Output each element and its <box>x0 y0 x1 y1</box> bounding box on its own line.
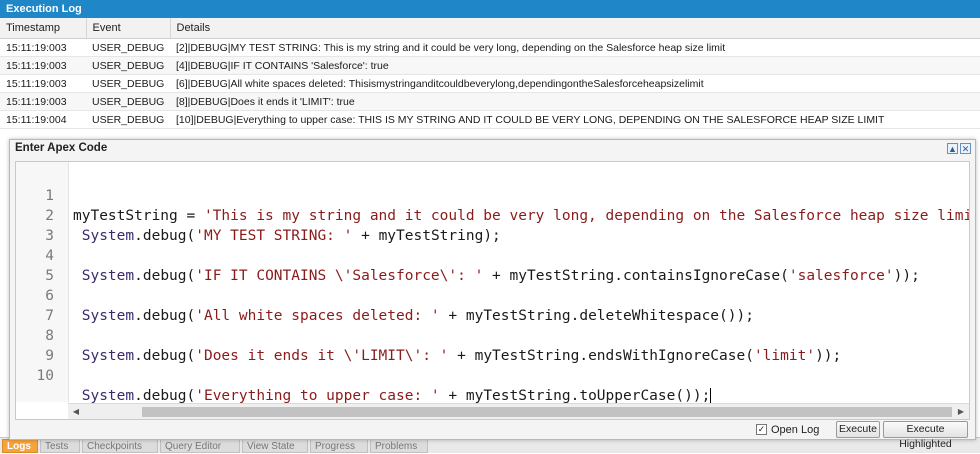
log-timestamp: 15:11:19:003 <box>0 74 86 93</box>
log-event: USER_DEBUG <box>86 74 170 93</box>
log-timestamp: 15:11:19:004 <box>0 110 86 129</box>
close-icon[interactable]: ✕ <box>960 143 971 154</box>
apex-code-dialog: Enter Apex Code ▲ ✕ 1 myTestString = 'Th… <box>9 139 976 450</box>
open-log-label[interactable]: Open Log <box>771 424 819 436</box>
log-timestamp: 15:11:19:003 <box>0 56 86 75</box>
log-details: [4]|DEBUG|IF IT CONTAINS 'Salesforce': t… <box>170 56 980 75</box>
log-row[interactable]: 15:11:19:003 USER_DEBUG [4]|DEBUG|IF IT … <box>0 56 980 75</box>
scrollbar-thumb[interactable] <box>142 407 952 417</box>
log-event: USER_DEBUG <box>86 38 170 57</box>
dialog-title: Enter Apex Code <box>15 142 108 154</box>
line-number: 10 <box>36 368 54 384</box>
log-row[interactable]: 15:11:19:003 USER_DEBUG [6]|DEBUG|All wh… <box>0 74 980 93</box>
open-log-checkbox[interactable]: ✓ <box>756 424 767 435</box>
code-line: 2 System.debug('MY TEST STRING: ' + myTe… <box>16 186 969 244</box>
log-row[interactable]: 15:11:19:003 USER_DEBUG [8]|DEBUG|Does i… <box>0 92 980 111</box>
execution-log-title: Execution Log <box>0 0 980 18</box>
code-line: 1 myTestString = 'This is my string and … <box>16 166 969 224</box>
execute-button[interactable]: Execute <box>836 421 880 438</box>
log-event: USER_DEBUG <box>86 92 170 111</box>
code-line: 7 <box>16 286 969 324</box>
log-row[interactable]: 15:11:19:004 USER_DEBUG [10]|DEBUG|Every… <box>0 110 980 129</box>
tab-query-editor[interactable]: Query Editor <box>160 439 240 453</box>
tab-progress[interactable]: Progress <box>310 439 368 453</box>
execution-log-table: Timestamp Event Details 15:11:19:003 USE… <box>0 18 980 129</box>
log-event: USER_DEBUG <box>86 110 170 129</box>
dialog-footer: ✓ Open Log Execute Execute Highlighted <box>10 420 975 450</box>
horizontal-scrollbar[interactable]: ◀ ▶ <box>68 403 969 419</box>
tab-view-state[interactable]: View State <box>242 439 308 453</box>
code-line: 8 System.debug('Does it ends it \'LIMIT\… <box>16 306 969 364</box>
column-header-timestamp[interactable]: Timestamp <box>0 18 87 39</box>
text-cursor <box>710 388 712 404</box>
maximize-icon[interactable]: ▲ <box>947 143 958 154</box>
tab-tests[interactable]: Tests <box>40 439 80 453</box>
tab-checkpoints[interactable]: Checkpoints <box>82 439 158 453</box>
log-event: USER_DEBUG <box>86 56 170 75</box>
checkmark-icon: ✓ <box>757 424 766 434</box>
log-details: [10]|DEBUG|Everything to upper case: THI… <box>170 110 980 129</box>
code-line: 3 <box>16 206 969 244</box>
tab-logs[interactable]: Logs <box>2 439 38 453</box>
scroll-left-icon[interactable]: ◀ <box>68 404 84 419</box>
log-timestamp: 15:11:19:003 <box>0 92 86 111</box>
code-line: 10 System.debug('Everything to upper cas… <box>16 346 969 404</box>
code-line: 4 System.debug('IF IT CONTAINS \'Salesfo… <box>16 226 969 284</box>
apex-code-editor[interactable]: 1 myTestString = 'This is my string and … <box>15 161 970 420</box>
log-details: [6]|DEBUG|All white spaces deleted: This… <box>170 74 980 93</box>
scroll-right-icon[interactable]: ▶ <box>953 404 969 419</box>
column-header-details[interactable]: Details <box>170 18 980 39</box>
code-line: 9 <box>16 326 969 364</box>
log-row[interactable]: 15:11:19:003 USER_DEBUG [2]|DEBUG|MY TES… <box>0 38 980 57</box>
execute-highlighted-button[interactable]: Execute Highlighted <box>883 421 968 450</box>
code-line: 6 System.debug('All white spaces deleted… <box>16 266 969 324</box>
log-details: [8]|DEBUG|Does it ends it 'LIMIT': true <box>170 92 980 111</box>
tab-problems[interactable]: Problems <box>370 439 428 453</box>
log-details: [2]|DEBUG|MY TEST STRING: This is my str… <box>170 38 980 57</box>
column-header-event[interactable]: Event <box>86 18 171 39</box>
log-timestamp: 15:11:19:003 <box>0 38 86 57</box>
code-line: 5 <box>16 246 969 284</box>
